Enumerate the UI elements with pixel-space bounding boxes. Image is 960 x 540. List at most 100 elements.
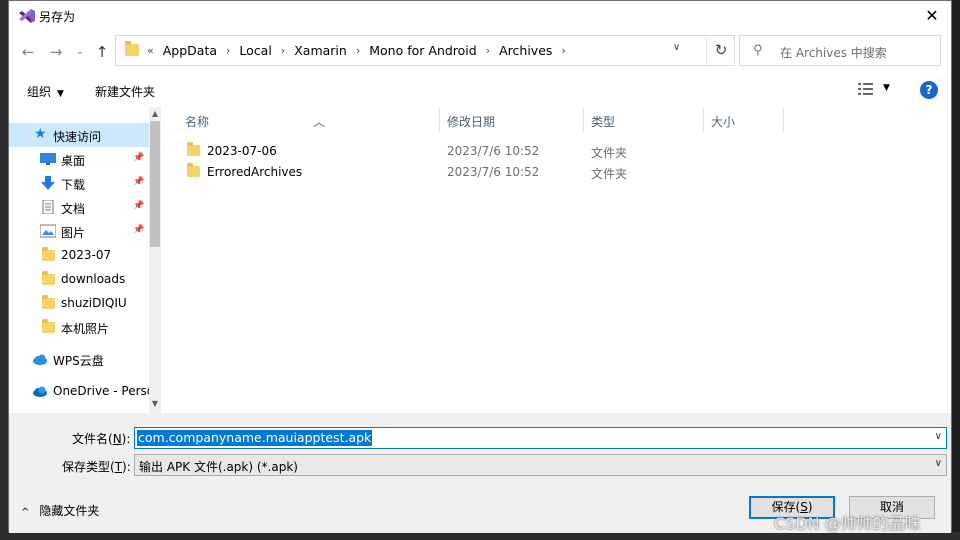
pin-icon: 📌 — [133, 153, 145, 163]
nav-item-pictures[interactable]: 图片 📌 — [9, 219, 149, 243]
hide-folders-label: 隐藏文件夹 — [39, 504, 100, 518]
recent-locations-button[interactable]: ⌄ — [69, 41, 91, 63]
search-icon: ⚲ — [753, 43, 763, 58]
table-row[interactable]: 2023-07-06 2023/7/6 10:52 文件夹 — [161, 140, 951, 161]
column-divider[interactable] — [783, 107, 784, 133]
filename-label: 文件名(N): — [72, 432, 131, 446]
help-icon[interactable]: ? — [920, 81, 938, 99]
breadcrumb-item[interactable]: Xamarin — [294, 43, 347, 58]
column-divider[interactable] — [583, 107, 584, 133]
chevron-right-icon[interactable]: › — [561, 44, 565, 57]
chevron-right-icon[interactable]: › — [226, 44, 230, 57]
filetype-value: 输出 APK 文件(.apk) (*.apk) — [139, 460, 298, 474]
title-bar: 另存为 ✕ — [9, 1, 951, 32]
nav-item-label: 下载 — [61, 178, 86, 192]
nav-item-documents[interactable]: 文档 📌 — [9, 195, 149, 219]
column-divider[interactable] — [703, 107, 704, 133]
new-folder-button[interactable]: 新建文件夹 — [95, 83, 155, 100]
view-options-icon[interactable] — [857, 82, 875, 96]
close-button[interactable]: ✕ — [913, 1, 951, 32]
desktop-icon — [40, 153, 56, 165]
nav-item-label: downloads — [61, 272, 126, 286]
download-icon — [41, 176, 55, 190]
file-list: ︿ 名称 修改日期 类型 大小 2023-07-06 2023/7/6 10:5… — [161, 107, 951, 413]
search-box[interactable]: ⚲ 在 Archives 中搜索 — [739, 35, 941, 66]
chevron-down-icon[interactable]: ∨ — [935, 431, 942, 442]
refresh-icon: ↻ — [714, 41, 728, 59]
nav-pane-scrollbar[interactable]: ▲ ▼ — [149, 107, 161, 413]
address-bar[interactable]: « AppData › Local › Xamarin › Mono for A… — [115, 35, 735, 66]
close-icon: ✕ — [925, 6, 939, 25]
nav-item-folder[interactable]: 本机照片 — [9, 315, 149, 339]
hide-folders-toggle[interactable]: ^ 隐藏文件夹 — [21, 502, 99, 519]
chevron-right-icon[interactable]: › — [486, 44, 490, 57]
scroll-up-icon[interactable]: ▲ — [149, 109, 161, 118]
filename-value[interactable]: com.companyname.mauiapptest.apk — [137, 430, 373, 446]
file-date: 2023/7/6 10:52 — [447, 144, 540, 158]
nav-item-label: 本机照片 — [61, 322, 110, 336]
nav-item-wps-cloud[interactable]: WPS云盘 — [9, 347, 149, 371]
nav-item-label: shuziDIQIU — [61, 296, 127, 310]
breadcrumb-overflow[interactable]: « — [147, 44, 154, 57]
file-name: 2023-07-06 — [207, 144, 277, 158]
refresh-button[interactable]: ↻ — [706, 36, 735, 65]
filetype-select[interactable]: 输出 APK 文件(.apk) (*.apk) ∨ — [134, 454, 947, 476]
nav-item-folder[interactable]: shuziDIQIU — [9, 291, 149, 315]
nav-item-label: 文档 — [61, 202, 86, 216]
caret-down-icon: ▼ — [57, 89, 64, 99]
back-button[interactable]: ← — [17, 41, 39, 63]
background-editor-left — [0, 0, 8, 540]
nav-item-label: 图片 — [61, 226, 86, 240]
nav-item-folder[interactable]: 2023-07 — [9, 243, 149, 267]
onedrive-icon — [33, 386, 47, 397]
scrollbar-thumb[interactable] — [150, 121, 160, 247]
column-header-type[interactable]: 类型 — [591, 113, 615, 130]
filename-input[interactable]: com.companyname.mauiapptest.apk ∨ — [134, 427, 947, 449]
chevron-right-icon[interactable]: › — [281, 44, 285, 57]
forward-button[interactable]: → — [45, 41, 67, 63]
arrow-left-icon: ← — [21, 43, 35, 61]
nav-item-onedrive[interactable]: OneDrive - Perso — [9, 379, 154, 403]
view-dropdown-icon[interactable]: ▼ — [883, 83, 890, 93]
file-name: ErroredArchives — [207, 165, 303, 179]
file-type: 文件夹 — [591, 146, 628, 160]
breadcrumb-item[interactable]: Mono for Android — [369, 43, 476, 58]
save-as-dialog: 另存为 ✕ ← → ⌄ ↑ « AppData › Local › Xamari… — [8, 0, 952, 533]
folder-icon — [187, 163, 200, 177]
nav-item-quick-access[interactable]: ★ 快速访问 — [9, 123, 149, 147]
breadcrumb-item[interactable]: Archives — [499, 43, 552, 58]
visual-studio-icon — [19, 9, 35, 23]
chevron-down-icon[interactable]: ∨ — [935, 458, 942, 469]
nav-item-downloads[interactable]: 下载 📌 — [9, 171, 149, 195]
toolbar: 组织 ▼ 新建文件夹 ▼ ? — [9, 73, 951, 107]
cloud-icon — [33, 354, 47, 365]
filetype-label: 保存类型(T): — [62, 460, 131, 474]
address-dropdown-button[interactable]: ∨ — [673, 42, 680, 53]
nav-item-label: 2023-07 — [61, 248, 112, 262]
nav-item-desktop[interactable]: 桌面 📌 — [9, 147, 149, 171]
document-icon — [42, 200, 54, 214]
picture-icon — [40, 224, 56, 238]
column-divider[interactable] — [439, 107, 440, 133]
arrow-up-icon: ↑ — [95, 43, 109, 61]
folder-icon — [42, 295, 55, 309]
nav-item-label: 快速访问 — [53, 130, 102, 144]
breadcrumb-item[interactable]: Local — [239, 43, 271, 58]
organize-button[interactable]: 组织 ▼ — [27, 83, 64, 100]
folder-icon — [42, 247, 55, 261]
search-input[interactable]: 在 Archives 中搜索 — [780, 44, 887, 61]
pin-icon: 📌 — [133, 201, 145, 211]
nav-item-folder[interactable]: downloads — [9, 267, 149, 291]
column-header-name[interactable]: 名称 — [185, 113, 209, 130]
scroll-down-icon[interactable]: ▼ — [149, 399, 161, 408]
up-button[interactable]: ↑ — [91, 41, 113, 63]
navigation-pane: ★ 快速访问 桌面 📌 下载 📌 文档 📌 图片 📌 2023-07 downl… — [9, 107, 161, 413]
nav-item-label: 桌面 — [61, 154, 86, 168]
column-header-size[interactable]: 大小 — [711, 113, 735, 130]
table-row[interactable]: ErroredArchives 2023/7/6 10:52 文件夹 — [161, 161, 951, 182]
breadcrumb: « AppData › Local › Xamarin › Mono for A… — [147, 43, 575, 58]
column-header-date[interactable]: 修改日期 — [447, 113, 495, 130]
breadcrumb-item[interactable]: AppData — [163, 43, 217, 58]
chevron-right-icon[interactable]: › — [356, 44, 360, 57]
folder-icon — [187, 142, 200, 156]
